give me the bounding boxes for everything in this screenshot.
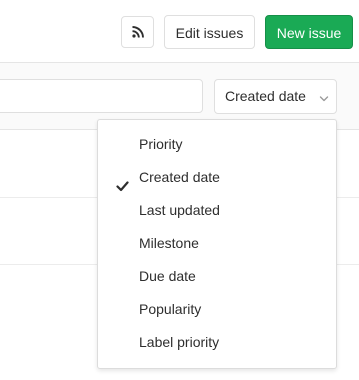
sort-option-label: Last updated bbox=[139, 202, 220, 218]
sort-option-due-date[interactable]: Due date bbox=[98, 260, 336, 293]
search-input[interactable] bbox=[0, 79, 203, 113]
sort-option-created-date[interactable]: Created date bbox=[98, 161, 336, 194]
sort-option-priority[interactable]: Priority bbox=[98, 128, 336, 161]
sort-option-label: Created date bbox=[139, 169, 220, 185]
new-issue-button[interactable]: New issue bbox=[265, 15, 353, 49]
sort-option-last-updated[interactable]: Last updated bbox=[98, 194, 336, 227]
sort-option-label: Label priority bbox=[139, 334, 220, 350]
sort-option-label: Popularity bbox=[139, 301, 202, 317]
rss-icon bbox=[131, 26, 144, 38]
sort-option-milestone[interactable]: Milestone bbox=[98, 227, 336, 260]
chevron-down-icon bbox=[319, 91, 329, 109]
sort-dropdown-label: Created date bbox=[225, 88, 306, 104]
sort-option-label-priority[interactable]: Label priority bbox=[98, 326, 336, 359]
sort-option-label: Due date bbox=[139, 268, 196, 284]
sort-option-label: Milestone bbox=[139, 235, 199, 251]
rss-button[interactable] bbox=[121, 16, 154, 48]
sort-option-label: Priority bbox=[139, 136, 183, 152]
sort-option-popularity[interactable]: Popularity bbox=[98, 293, 336, 326]
sort-dropdown[interactable]: Created date bbox=[214, 79, 337, 114]
edit-issues-button[interactable]: Edit issues bbox=[164, 15, 255, 49]
sort-dropdown-menu: Priority Created date Last updated Miles… bbox=[97, 119, 337, 369]
